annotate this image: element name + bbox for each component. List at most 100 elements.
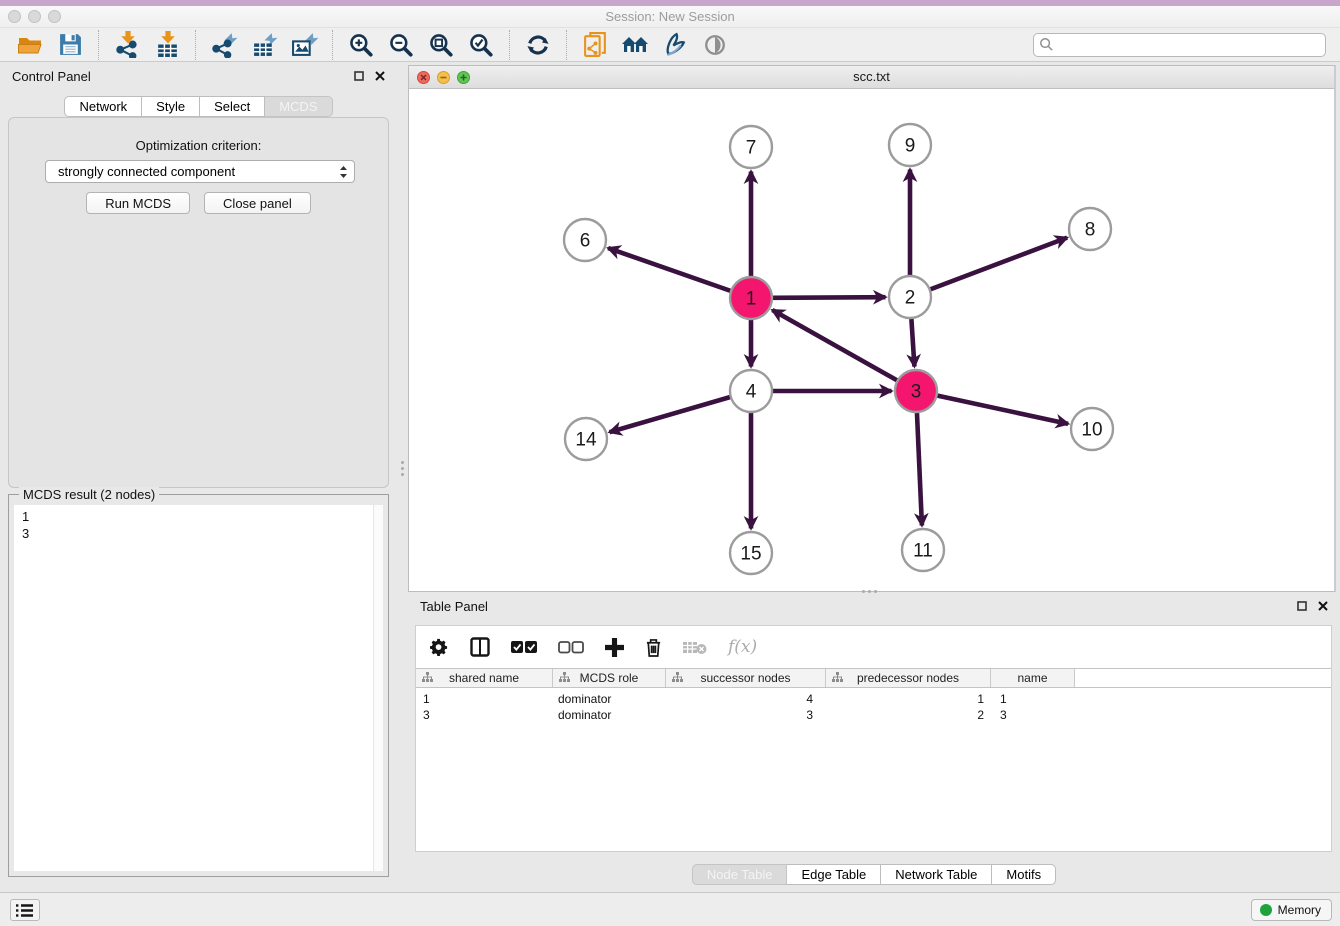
unselect-all-columns-icon[interactable] (558, 641, 584, 654)
column-header-MCDS-role[interactable]: MCDS role (553, 669, 666, 687)
close-window-button[interactable] (8, 10, 21, 23)
graph-node-6[interactable]: 6 (564, 219, 606, 261)
import-network-button[interactable] (112, 30, 142, 60)
zoom-selected-button[interactable] (466, 30, 496, 60)
task-list-icon (16, 903, 34, 918)
export-image-button[interactable] (289, 30, 319, 60)
search-icon (1039, 37, 1054, 52)
graph-node-3[interactable]: 3 (895, 370, 937, 412)
show-hide-panels-button[interactable] (700, 30, 730, 60)
table-cell: 3 (416, 707, 553, 723)
delete-trash-icon[interactable] (645, 638, 662, 657)
export-network-button[interactable] (209, 30, 239, 60)
minimize-window-button[interactable] (28, 10, 41, 23)
float-panel-icon[interactable] (1297, 601, 1307, 611)
graph-node-14[interactable]: 14 (565, 418, 607, 460)
show-columns-icon[interactable] (470, 637, 490, 657)
toolbar-separator (566, 30, 567, 60)
graph-edge-2-8[interactable] (931, 238, 1068, 290)
tab-network[interactable]: Network (64, 96, 142, 117)
float-panel-icon[interactable] (354, 71, 364, 81)
eye-icon (701, 34, 729, 56)
column-header-successor-nodes[interactable]: successor nodes (666, 669, 826, 687)
tab-network-table[interactable]: Network Table (881, 864, 992, 885)
clone-network-button[interactable] (580, 30, 610, 60)
tab-select[interactable]: Select (200, 96, 265, 117)
graph-edge-3-10[interactable] (938, 396, 1069, 424)
close-panel-icon[interactable] (375, 71, 385, 81)
graph-edge-3-1[interactable] (772, 310, 896, 380)
graph-node-2[interactable]: 2 (889, 276, 931, 318)
search-field[interactable] (1033, 33, 1326, 57)
toolbar-separator (332, 30, 333, 60)
first-neighbors-button[interactable] (620, 30, 650, 60)
memory-button[interactable]: Memory (1251, 899, 1332, 921)
table-row[interactable]: 3dominator323 (416, 707, 1331, 723)
export-table-icon (251, 31, 278, 58)
graph-node-11[interactable]: 11 (902, 529, 944, 571)
optimization-criterion-select[interactable]: strongly connected component (45, 160, 355, 183)
column-header-name[interactable]: name (991, 669, 1075, 687)
graph-edge-1-6[interactable] (608, 248, 730, 291)
tab-node-table[interactable]: Node Table (692, 864, 788, 885)
run-mcds-button[interactable]: Run MCDS (86, 192, 190, 214)
zoom-fit-button[interactable] (426, 30, 456, 60)
result-scrollbar[interactable] (373, 505, 383, 871)
maximize-network-icon[interactable] (457, 71, 470, 84)
save-session-button[interactable] (55, 30, 85, 60)
refresh-button[interactable] (523, 30, 553, 60)
graph-node-1[interactable]: 1 (730, 277, 772, 319)
toolbar-separator (509, 30, 510, 60)
close-panel-button[interactable]: Close panel (204, 192, 311, 214)
style-brush-icon (662, 31, 689, 58)
zoom-in-button[interactable] (346, 30, 376, 60)
column-header-predecessor-nodes[interactable]: predecessor nodes (826, 669, 991, 687)
memory-status-dot (1260, 904, 1272, 916)
graph-node-7[interactable]: 7 (730, 126, 772, 168)
select-all-columns-icon[interactable] (511, 641, 537, 654)
column-header-shared-name[interactable]: shared name (416, 669, 553, 687)
mcds-result-area[interactable]: 1 3 (14, 505, 383, 871)
search-input[interactable] (1054, 37, 1325, 52)
graph-edge-2-3[interactable] (911, 319, 914, 367)
status-bar: Memory (0, 892, 1340, 926)
open-session-button[interactable] (15, 30, 45, 60)
graph-node-label: 8 (1085, 220, 1096, 241)
toolbar-separator (98, 30, 99, 60)
delete-table-icon[interactable] (683, 640, 707, 655)
tab-edge-table[interactable]: Edge Table (787, 864, 881, 885)
add-column-icon[interactable] (605, 638, 624, 657)
close-network-icon[interactable] (417, 71, 430, 84)
tab-mcds[interactable]: MCDS (265, 96, 332, 117)
graph-node-15[interactable]: 15 (730, 532, 772, 574)
vertical-splitter-handle[interactable] (399, 455, 405, 481)
export-table-button[interactable] (249, 30, 279, 60)
graph-edge-1-2[interactable] (773, 297, 886, 298)
graph-node-9[interactable]: 9 (889, 124, 931, 166)
zoom-out-button[interactable] (386, 30, 416, 60)
dropdown-chevrons-icon (339, 165, 348, 179)
table-cell: 4 (666, 691, 826, 707)
window-controls[interactable] (8, 10, 61, 23)
tab-motifs[interactable]: Motifs (992, 864, 1056, 885)
task-history-button[interactable] (10, 899, 40, 921)
graph-node-10[interactable]: 10 (1071, 408, 1113, 450)
minimize-network-icon[interactable] (437, 71, 450, 84)
graph-node-4[interactable]: 4 (730, 370, 772, 412)
horizontal-splitter-handle[interactable] (856, 588, 882, 594)
maximize-window-button[interactable] (48, 10, 61, 23)
apply-style-button[interactable] (660, 30, 690, 60)
close-panel-icon[interactable] (1318, 601, 1328, 611)
table-row[interactable]: 1dominator411 (416, 691, 1331, 707)
network-canvas[interactable]: 1 2 3 4 6 7 8 9 10 11 14 15 (409, 89, 1333, 590)
dropdown-value: strongly connected component (58, 164, 339, 179)
graph-edge-4-14[interactable] (610, 397, 730, 432)
graph-edge-3-11[interactable] (917, 413, 922, 526)
table-panel-title: Table Panel (420, 599, 488, 614)
tab-style[interactable]: Style (142, 96, 200, 117)
import-table-button[interactable] (152, 30, 182, 60)
graph-node-8[interactable]: 8 (1069, 208, 1111, 250)
function-builder-icon[interactable]: f(x) (728, 637, 757, 657)
table-settings-gear-icon[interactable] (430, 638, 449, 657)
network-window-titlebar[interactable]: scc.txt (409, 66, 1334, 89)
